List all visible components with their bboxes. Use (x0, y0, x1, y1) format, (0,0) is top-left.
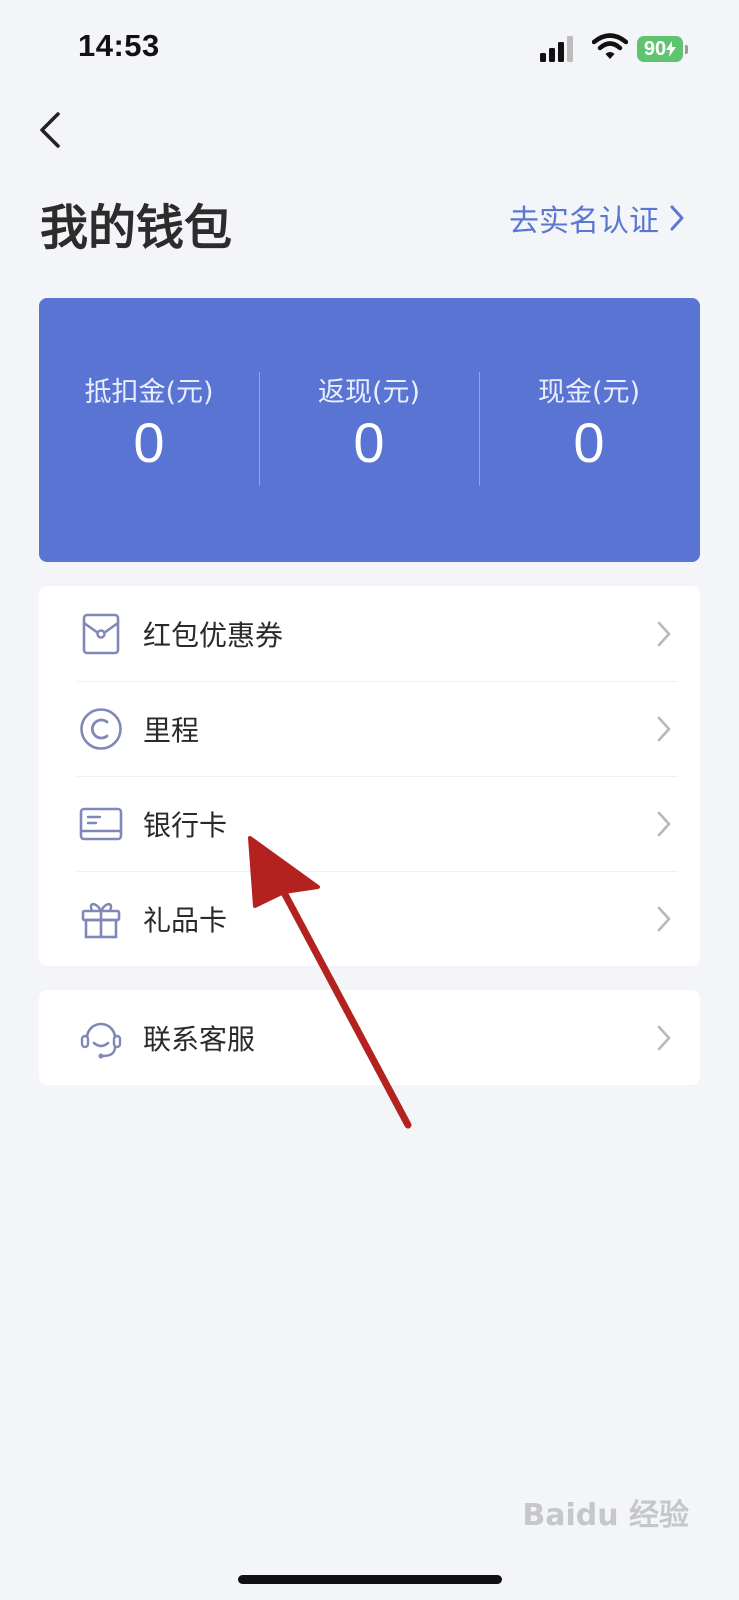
balance-label: 现金(元) (537, 377, 641, 408)
bank-card-icon (77, 800, 125, 848)
menu-item-mileage[interactable]: 里程 (39, 681, 700, 776)
chevron-left-icon (40, 112, 60, 148)
menu-item-gift-card[interactable]: 礼品卡 (39, 871, 700, 966)
battery-level: 90 (643, 37, 667, 60)
watermark: Baidu 经验 (522, 1498, 689, 1533)
balance-value: 0 (353, 411, 385, 474)
menu-item-bank-card[interactable]: 银行卡 (39, 776, 700, 871)
back-button[interactable] (30, 108, 70, 152)
wallet-menu: 红包优惠券 里程 银行卡 礼品卡 (39, 586, 700, 966)
battery-icon: 90 (637, 36, 688, 62)
chevron-right-icon (652, 901, 676, 937)
chevron-right-icon (652, 616, 676, 652)
balance-label: 抵扣金(元) (84, 377, 214, 408)
menu-item-label: 银行卡 (143, 808, 228, 842)
balance-cash[interactable]: 现金(元) 0 (479, 370, 699, 471)
verify-identity-label: 去实名认证 (509, 204, 659, 239)
charging-bolt-icon (666, 41, 677, 57)
cellular-signal-icon (540, 36, 573, 62)
wifi-icon (592, 33, 628, 59)
status-bar: 14:53 90 (0, 0, 739, 100)
verify-identity-link[interactable]: 去实名认证 (509, 196, 685, 240)
balance-deduction[interactable]: 抵扣金(元) 0 (39, 370, 259, 471)
red-packet-icon (77, 610, 125, 658)
status-time: 14:53 (78, 28, 160, 63)
support-menu: 联系客服 (39, 990, 700, 1085)
battery-nub (685, 45, 688, 54)
balance-value: 0 (133, 411, 165, 474)
chevron-right-icon (652, 1020, 676, 1056)
balance-value: 0 (573, 411, 605, 474)
headset-icon (77, 1014, 125, 1062)
chevron-right-icon (670, 205, 684, 231)
mileage-icon (77, 705, 125, 753)
menu-item-red-packet[interactable]: 红包优惠券 (39, 586, 700, 681)
balance-cashback[interactable]: 返现(元) 0 (259, 370, 479, 471)
chevron-right-icon (652, 711, 676, 747)
page-title: 我的钱包 (40, 200, 233, 256)
menu-item-customer-service[interactable]: 联系客服 (39, 990, 700, 1085)
home-indicator (238, 1575, 502, 1584)
menu-item-label: 里程 (143, 713, 200, 747)
balance-card: 抵扣金(元) 0 返现(元) 0 现金(元) 0 (39, 298, 700, 562)
balance-label: 返现(元) (317, 377, 421, 408)
menu-item-label: 红包优惠券 (143, 618, 284, 652)
chevron-right-icon (652, 806, 676, 842)
gift-card-icon (77, 895, 125, 943)
menu-item-label: 联系客服 (143, 1022, 256, 1056)
menu-item-label: 礼品卡 (143, 903, 228, 937)
